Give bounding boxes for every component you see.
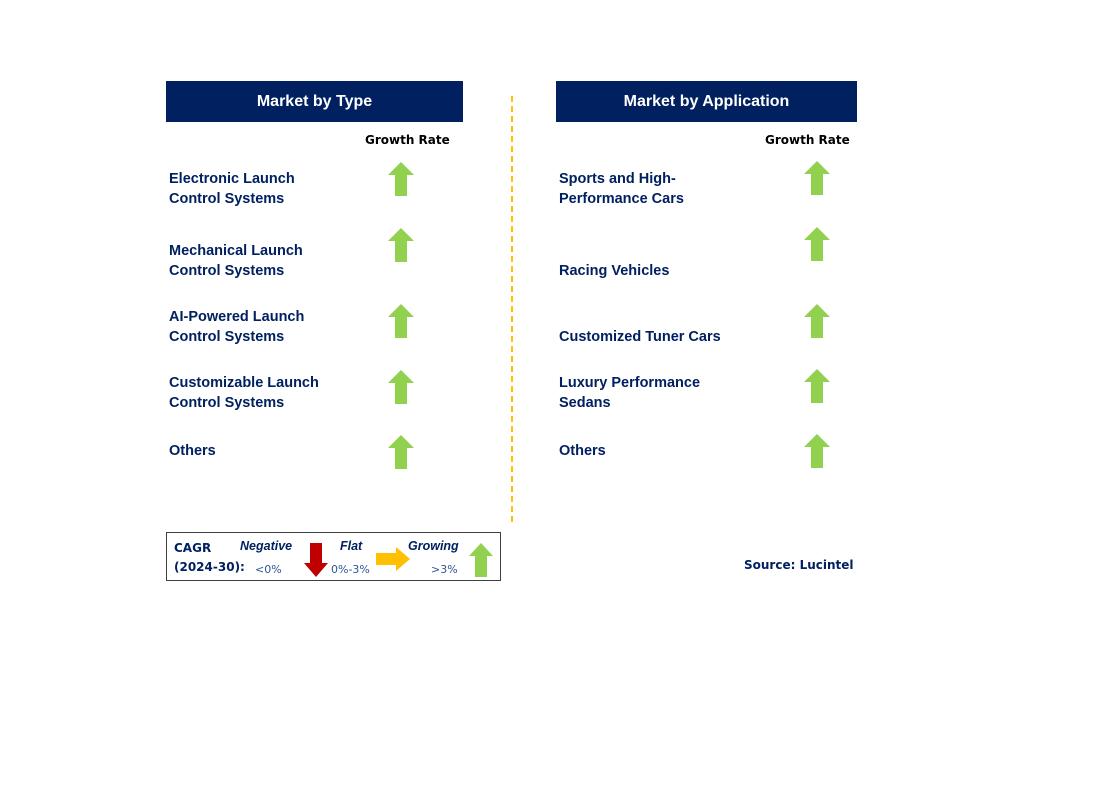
market-by-type-header: Market by Type xyxy=(166,81,463,122)
flat-right-arrow-icon xyxy=(376,547,410,571)
market-by-application-header: Market by Application xyxy=(556,81,857,122)
growth-up-arrow-icon xyxy=(804,227,830,261)
application-item-label: Others xyxy=(559,443,606,459)
negative-label: Negative xyxy=(240,539,293,553)
right-growth-rate-label: Growth Rate xyxy=(765,133,850,147)
flat-label: Flat xyxy=(340,539,363,553)
application-item-label: Racing Vehicles xyxy=(559,263,670,279)
application-item-label: Customized Tuner Cars xyxy=(559,329,721,345)
market-by-type-title: Market by Type xyxy=(256,92,373,110)
application-item-label: Sports and High- Performance Cars xyxy=(559,171,684,207)
cagr-label: CAGR xyxy=(174,541,212,555)
flat-value: 0%-3% xyxy=(331,563,370,576)
growth-up-arrow-icon xyxy=(388,162,414,196)
growth-up-arrow-icon xyxy=(804,369,830,403)
growing-value: >3% xyxy=(431,563,458,576)
growth-up-arrow-icon xyxy=(388,435,414,469)
growth-up-arrow-icon xyxy=(804,304,830,338)
growing-up-arrow-icon xyxy=(469,543,493,577)
type-item-label: Customizable Launch Control Systems xyxy=(169,375,319,411)
cagr-legend: CAGR (2024-30): Negative <0% Flat 0%-3% … xyxy=(166,532,501,581)
cagr-period-label: (2024-30): xyxy=(174,560,245,574)
growth-up-arrow-icon xyxy=(388,228,414,262)
source-label: Source: Lucintel xyxy=(744,558,854,572)
type-item-label: Others xyxy=(169,443,216,459)
growth-up-arrow-icon xyxy=(388,304,414,338)
negative-value: <0% xyxy=(255,563,282,576)
left-growth-rate-label: Growth Rate xyxy=(365,133,450,147)
type-item-label: Electronic Launch Control Systems xyxy=(169,171,295,207)
panel-divider xyxy=(511,96,513,522)
growing-label: Growing xyxy=(408,539,459,553)
negative-down-arrow-icon xyxy=(304,543,328,577)
growth-up-arrow-icon xyxy=(388,370,414,404)
growth-up-arrow-icon xyxy=(804,161,830,195)
growth-up-arrow-icon xyxy=(804,434,830,468)
market-by-application-title: Market by Application xyxy=(623,92,790,110)
type-item-label: Mechanical Launch Control Systems xyxy=(169,243,303,279)
application-item-label: Luxury Performance Sedans xyxy=(559,375,701,411)
type-item-label: AI-Powered Launch Control Systems xyxy=(169,309,305,345)
